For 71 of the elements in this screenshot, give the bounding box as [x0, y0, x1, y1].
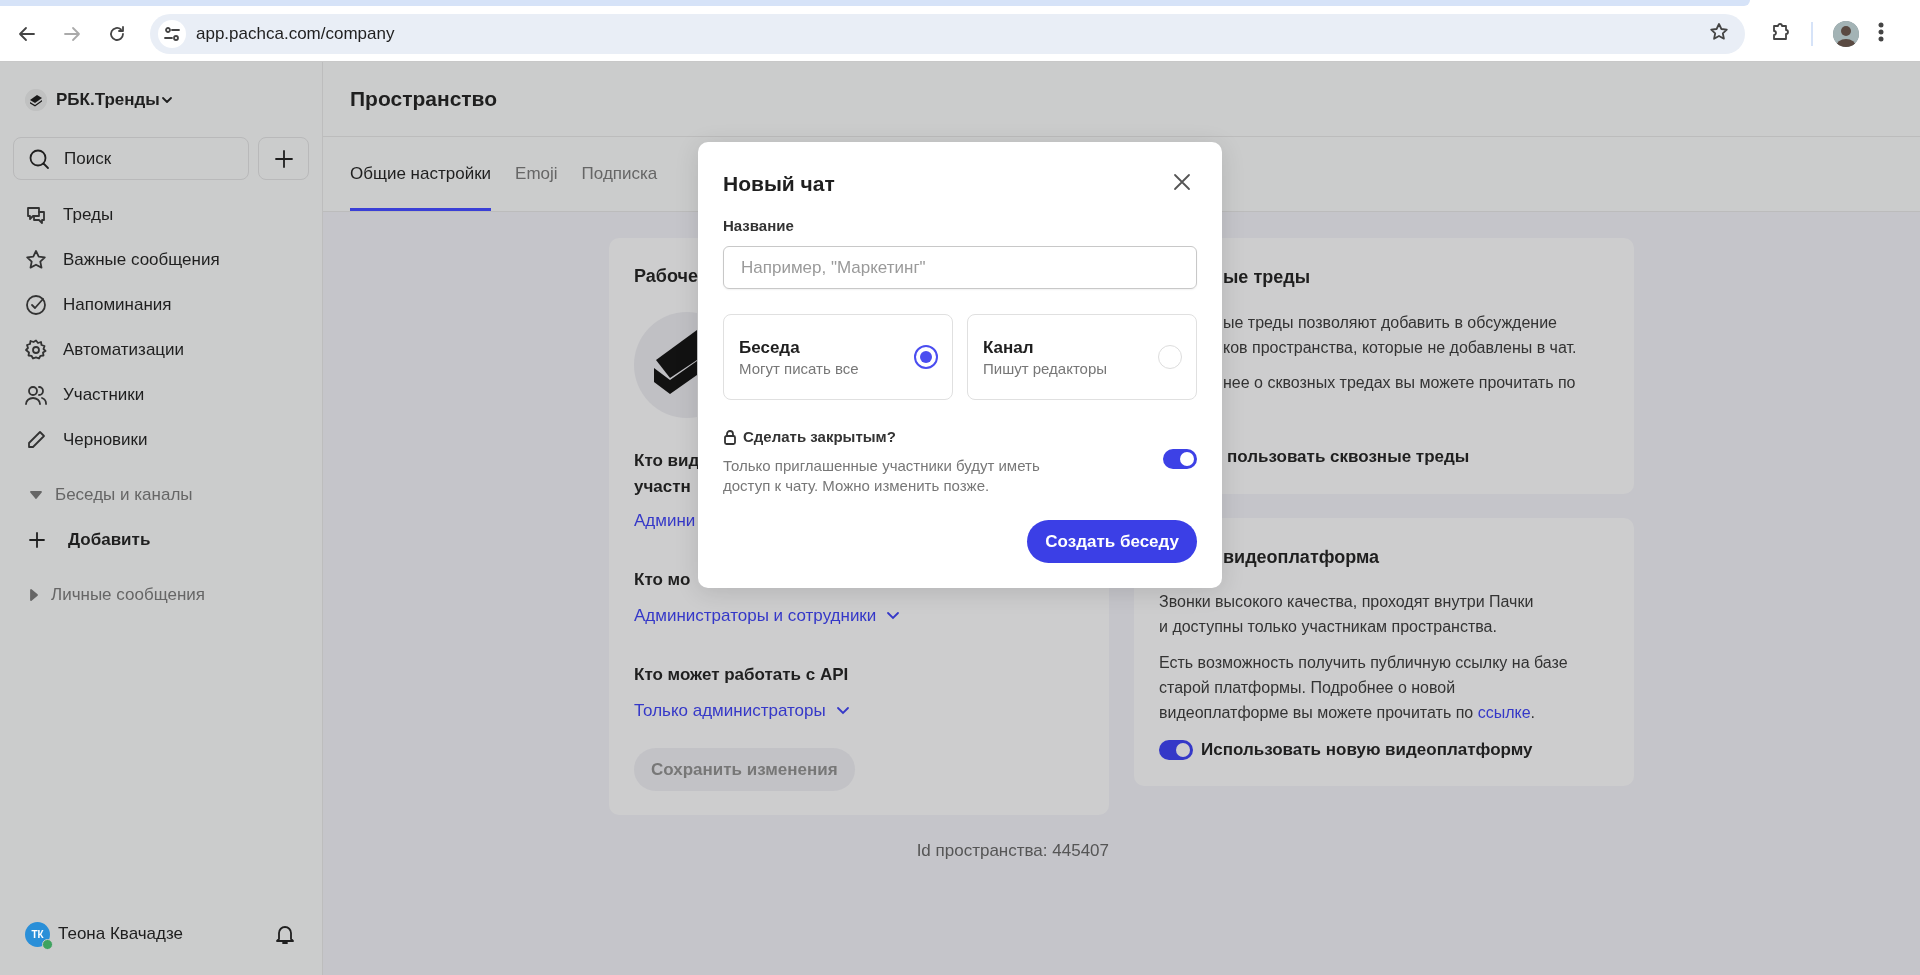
plus-icon: [28, 530, 46, 549]
hint-text: Только приглашенные участники будут иметь доступ к чату. Можно изменить позже.: [723, 456, 1041, 496]
space-id: Id пространства: 445407: [916, 841, 1109, 861]
sidebar-item[interactable]: Напоминания: [0, 282, 322, 327]
setting-question: Кто вид участн: [634, 450, 700, 498]
search-icon: [28, 147, 50, 170]
url-text: app.pachca.com/company: [196, 23, 396, 44]
tab[interactable]: Emoji: [515, 137, 558, 211]
option-title: Беседа: [739, 337, 801, 358]
radio-button[interactable]: [914, 345, 938, 369]
section-header[interactable]: Личные сообщения: [0, 572, 322, 617]
add-item[interactable]: Добавить: [0, 517, 322, 562]
gear-icon: [25, 338, 47, 361]
toggle-switch[interactable]: [1159, 739, 1193, 760]
option-description: Пишут редакторы: [983, 359, 1109, 377]
address-bar[interactable]: app.pachca.com/company: [150, 13, 1745, 54]
people-icon: [25, 383, 47, 406]
create-button[interactable]: Создать беседу: [1027, 520, 1197, 563]
card-title: Рабоче: [634, 265, 698, 288]
star-icon[interactable]: [1709, 21, 1729, 42]
sidebar-item[interactable]: Участники: [0, 372, 322, 417]
plus-icon: [273, 148, 294, 169]
setting-question: Кто мо: [634, 569, 691, 591]
puzzle-icon[interactable]: [1771, 21, 1791, 42]
page-title: Пространство: [350, 87, 498, 111]
user-name: Теона Квачадзе: [58, 924, 185, 944]
sidebar-item[interactable]: Черновики: [0, 417, 322, 462]
chevron-down-icon[interactable]: [835, 706, 850, 716]
option-description: Могут писать все: [739, 359, 860, 377]
sidebar-item[interactable]: Важные сообщения: [0, 237, 322, 282]
tab[interactable]: Общие настройки: [350, 137, 492, 211]
chevron-down-icon[interactable]: [886, 611, 901, 621]
close-icon[interactable]: [1172, 172, 1192, 192]
caret-right-icon: [30, 588, 38, 601]
chat-type-option[interactable]: Канал Пишут редакторы: [967, 314, 1197, 400]
section-header[interactable]: Беседы и каналы: [0, 472, 322, 517]
toggle-switch[interactable]: [1163, 449, 1197, 469]
description-text: Звонки высокого качества, проходят внутри Пачки и доступны только участникам пространства.: [1159, 592, 1535, 637]
tune-icon: [164, 25, 180, 42]
setting-dropdown[interactable]: Только администраторы: [634, 699, 826, 723]
dialog-title: Новый чат: [723, 172, 835, 196]
card-title: ые треды: [1223, 266, 1311, 289]
option-title: Канал: [983, 337, 1035, 358]
pencil-icon: [25, 428, 47, 451]
description-text: ков пространства, которые не добавлены в чат.: [1223, 338, 1578, 358]
new-chat-button[interactable]: [258, 137, 309, 180]
setting-question: Кто может работать с API: [634, 664, 849, 686]
tab[interactable]: Подписка: [581, 137, 658, 211]
toggle-label: Использовать новую видеоплатформу: [1201, 738, 1533, 761]
sidebar-item[interactable]: Треды: [0, 192, 322, 237]
link[interactable]: ссылке: [1477, 704, 1531, 721]
card-title: видеоплатформа: [1223, 545, 1381, 569]
description-text: ые треды позволяют добавить в обсуждение: [1223, 313, 1558, 333]
description-text: Есть возможность получить публичную ссылку на базе старой платформы. Подробнее о новой видеоплатформе вы можете прочитать по ссылке.: [1159, 653, 1569, 723]
avatar-icon[interactable]: [1833, 20, 1859, 47]
reload-icon: [107, 23, 127, 44]
more-icon[interactable]: [1878, 21, 1884, 42]
check-circle-icon: [25, 293, 47, 316]
sidebar-item[interactable]: Автоматизации: [0, 327, 322, 372]
star-icon: [25, 248, 47, 271]
caret-down-icon: [30, 490, 42, 499]
field-label: Название: [723, 216, 795, 236]
option-label: Сделать закрытым?: [743, 427, 896, 447]
setting-dropdown[interactable]: Администраторы и сотрудники: [634, 604, 877, 628]
search-field[interactable]: Поиск: [13, 137, 249, 180]
workspace-switcher[interactable]: РБК.Тренды: [25, 88, 322, 112]
lock-icon: [723, 429, 737, 445]
chat-type-option[interactable]: Беседа Могут писать все: [723, 314, 953, 400]
toggle-label: пользовать сквозные треды: [1227, 445, 1470, 468]
setting-dropdown[interactable]: Админи: [634, 509, 696, 533]
description-text: нее о сквозных тредах вы можете прочитать по: [1223, 373, 1577, 393]
